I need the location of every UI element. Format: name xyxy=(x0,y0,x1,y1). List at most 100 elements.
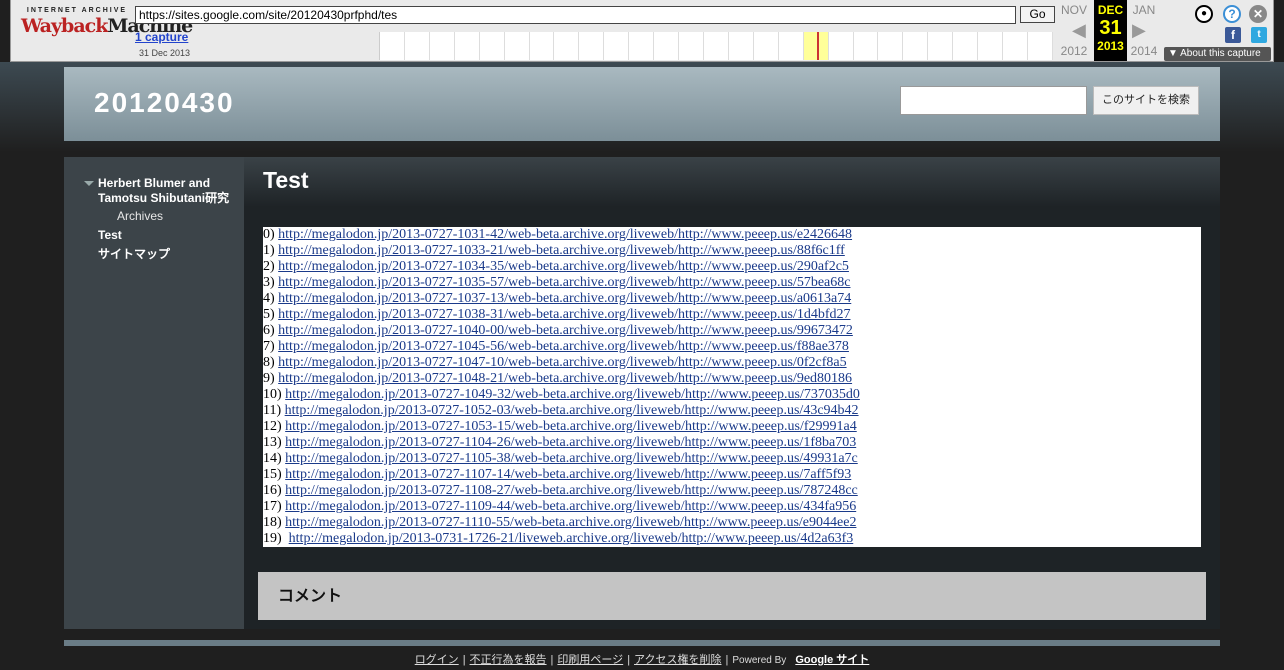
user-icon[interactable]: ● xyxy=(1195,5,1213,23)
sparkline-month-cell[interactable] xyxy=(1027,32,1053,60)
archive-link[interactable]: http://megalodon.jp/2013-0727-1035-57/we… xyxy=(278,275,850,290)
archive-link[interactable]: http://megalodon.jp/2013-0727-1110-55/we… xyxy=(285,515,856,530)
sparkline-month-cell[interactable] xyxy=(903,32,929,60)
link-index: 2) xyxy=(263,259,275,274)
sparkline-month-cell[interactable] xyxy=(554,32,580,60)
archive-link[interactable]: http://megalodon.jp/2013-0727-1104-26/we… xyxy=(285,435,856,450)
google-sites-link[interactable]: Google サイト xyxy=(795,654,869,666)
archive-link[interactable]: http://megalodon.jp/2013-0727-1040-00/we… xyxy=(278,323,853,338)
archive-link[interactable]: http://megalodon.jp/2013-0727-1048-21/we… xyxy=(278,371,852,386)
sparkline-month-cell[interactable] xyxy=(429,32,455,60)
link-index: 5) xyxy=(263,307,275,322)
report-abuse-link[interactable]: 不正行為を報告 xyxy=(470,654,547,666)
sidebar-nav: Herbert Blumer and Tamotsu Shibutani研究 A… xyxy=(64,157,244,629)
sparkline-month-cell[interactable] xyxy=(928,32,954,60)
current-day: 31 xyxy=(1099,17,1122,39)
archive-link[interactable]: http://megalodon.jp/2013-0727-1053-15/we… xyxy=(285,419,857,434)
sparkline-month-cell[interactable] xyxy=(579,32,605,60)
sparkline-month-cell[interactable] xyxy=(1003,32,1028,60)
sparkline-month-cell[interactable] xyxy=(703,32,729,60)
link-row: 12) http://megalodon.jp/2013-0727-1053-1… xyxy=(263,419,1201,435)
archive-link[interactable]: http://megalodon.jp/2013-0727-1034-35/we… xyxy=(278,259,849,274)
prev-month: NOV xyxy=(1060,3,1087,17)
prev-year: 2012 xyxy=(1060,44,1088,58)
sparkline-month-cell[interactable] xyxy=(454,32,480,60)
separator: | xyxy=(462,654,466,666)
link-row: 1) http://megalodon.jp/2013-0727-1033-21… xyxy=(263,243,1201,259)
sidebar-item-herbert-blumer[interactable]: Herbert Blumer and xyxy=(98,176,210,191)
sparkline-month-cell[interactable] xyxy=(853,32,879,60)
wayback-url-input[interactable]: https://sites.google.com/site/20120430pr… xyxy=(135,6,1016,24)
separator: | xyxy=(725,654,729,666)
link-row: 19) http://megalodon.jp/2013-0731-1726-2… xyxy=(263,531,1201,547)
link-row: 10) http://megalodon.jp/2013-0727-1049-3… xyxy=(263,387,1201,403)
login-link[interactable]: ログイン xyxy=(415,654,459,666)
logo-wayback-machine-text: WaybackMachine xyxy=(21,15,193,37)
sparkline-month-cell[interactable] xyxy=(404,32,430,60)
footer-bar xyxy=(64,640,1220,646)
sparkline-month-cell[interactable] xyxy=(479,32,505,60)
sidebar-item-archives[interactable]: Archives xyxy=(117,209,163,224)
sparkline-month-cell[interactable] xyxy=(504,32,530,60)
captures-link[interactable]: 1 capture xyxy=(135,30,188,44)
sparkline-month-cell[interactable] xyxy=(380,32,405,60)
facebook-icon[interactable]: f xyxy=(1225,27,1241,43)
archive-link[interactable]: http://megalodon.jp/2013-0727-1108-27/we… xyxy=(285,483,858,498)
sparkline-month-cell[interactable] xyxy=(878,32,904,60)
archive-link[interactable]: http://megalodon.jp/2013-0731-1726-21/li… xyxy=(289,531,854,546)
archive-link[interactable]: http://megalodon.jp/2013-0727-1037-13/we… xyxy=(278,291,851,306)
link-index: 15) xyxy=(263,467,282,482)
about-capture-button[interactable]: ▼ About this capture xyxy=(1164,47,1271,61)
sparkline-month-cell[interactable] xyxy=(604,32,630,60)
content-top-gradient xyxy=(244,157,1220,207)
sidebar-item-test[interactable]: Test xyxy=(98,228,122,243)
site-header: 20120430 このサイトを検索 xyxy=(64,67,1220,141)
sparkline-month-cell[interactable] xyxy=(529,32,555,60)
site-search-input[interactable] xyxy=(900,86,1087,115)
archive-link[interactable]: http://megalodon.jp/2013-0727-1038-31/we… xyxy=(278,307,850,322)
sparkline-month-cell[interactable] xyxy=(778,32,804,60)
archive-link[interactable]: http://megalodon.jp/2013-0727-1047-10/we… xyxy=(278,355,846,370)
sparkline-month-cell[interactable] xyxy=(654,32,680,60)
help-icon[interactable]: ? xyxy=(1223,5,1241,23)
remove-access-link[interactable]: アクセス権を削除 xyxy=(634,654,721,666)
link-index: 7) xyxy=(263,339,275,354)
sparkline-month-cell[interactable] xyxy=(828,32,854,60)
current-year: 2013 xyxy=(1097,39,1124,53)
link-index: 14) xyxy=(263,451,282,466)
archive-link[interactable]: http://megalodon.jp/2013-0727-1109-44/we… xyxy=(285,499,856,514)
sidebar-item-herbert-blumer-line2[interactable]: Tamotsu Shibutani研究 xyxy=(98,191,229,206)
separator: | xyxy=(550,654,554,666)
archive-link[interactable]: http://megalodon.jp/2013-0727-1105-38/we… xyxy=(285,451,858,466)
archive-link[interactable]: http://megalodon.jp/2013-0727-1052-03/we… xyxy=(285,403,859,418)
close-icon[interactable]: ✕ xyxy=(1249,5,1267,23)
archive-link[interactable]: http://megalodon.jp/2013-0727-1033-21/we… xyxy=(278,243,845,258)
print-page-link[interactable]: 印刷用ページ xyxy=(557,654,623,666)
link-index: 11) xyxy=(263,403,282,418)
link-row: 0) http://megalodon.jp/2013-0727-1031-42… xyxy=(263,227,1201,243)
prev-arrow-icon[interactable]: ◀ xyxy=(1072,20,1086,41)
sparkline-month-cell[interactable] xyxy=(953,32,979,60)
sidebar-item-sitemap[interactable]: サイトマップ xyxy=(98,247,170,262)
site-title[interactable]: 20120430 xyxy=(94,87,235,119)
link-index: 10) xyxy=(263,387,282,402)
site-search-button[interactable]: このサイトを検索 xyxy=(1093,86,1199,115)
sparkline-month-cell[interactable] xyxy=(679,32,704,60)
archive-link[interactable]: http://megalodon.jp/2013-0727-1045-56/we… xyxy=(278,339,849,354)
sparkline-month-cell[interactable] xyxy=(728,32,754,60)
capture-sparkline[interactable] xyxy=(379,32,1053,60)
link-row: 16) http://megalodon.jp/2013-0727-1108-2… xyxy=(263,483,1201,499)
archive-link[interactable]: http://megalodon.jp/2013-0727-1031-42/we… xyxy=(278,227,852,242)
archive-link[interactable]: http://megalodon.jp/2013-0727-1107-14/we… xyxy=(285,467,851,482)
archive-link[interactable]: http://megalodon.jp/2013-0727-1049-32/we… xyxy=(285,387,860,402)
sparkline-month-cell[interactable] xyxy=(629,32,655,60)
sparkline-month-cell[interactable] xyxy=(753,32,779,60)
twitter-icon[interactable]: t xyxy=(1251,27,1267,43)
go-button[interactable]: Go xyxy=(1020,6,1055,23)
next-year: 2014 xyxy=(1130,44,1158,58)
expand-triangle-icon[interactable] xyxy=(84,181,94,186)
wayback-logo[interactable]: INTERNET ARCHIVE WaybackMachine xyxy=(21,7,193,53)
comments-title: コメント xyxy=(278,588,343,605)
sparkline-month-cell[interactable] xyxy=(978,32,1004,60)
next-arrow-icon[interactable]: ▶ xyxy=(1132,20,1146,41)
